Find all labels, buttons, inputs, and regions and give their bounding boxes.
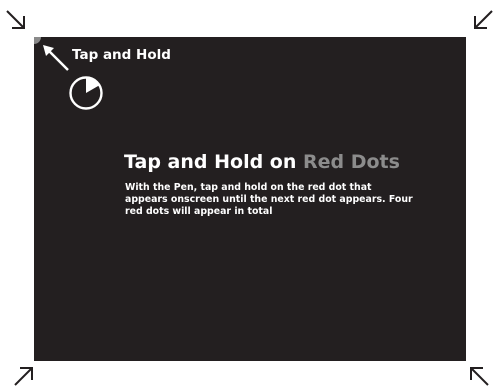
calibration-screen: Tap and Hold Tap and Hold on Red Dots Wi… [34,37,466,361]
hint-label: Tap and Hold [72,47,171,63]
corner-arrow-top-right-icon [471,8,495,32]
corner-arrow-bottom-left-icon [12,364,36,388]
page-title: Tap and Hold on Red Dots [124,151,400,173]
target-dot[interactable] [34,37,41,44]
arrow-up-left-icon [41,43,71,77]
corner-arrow-top-left-icon [4,8,28,32]
timer-icon [68,75,104,115]
corner-arrow-bottom-right-icon [467,364,491,388]
instructions-text: With the Pen, tap and hold on the red do… [125,182,413,217]
title-accent: Red Dots [303,151,400,173]
title-main: Tap and Hold on [124,151,297,173]
